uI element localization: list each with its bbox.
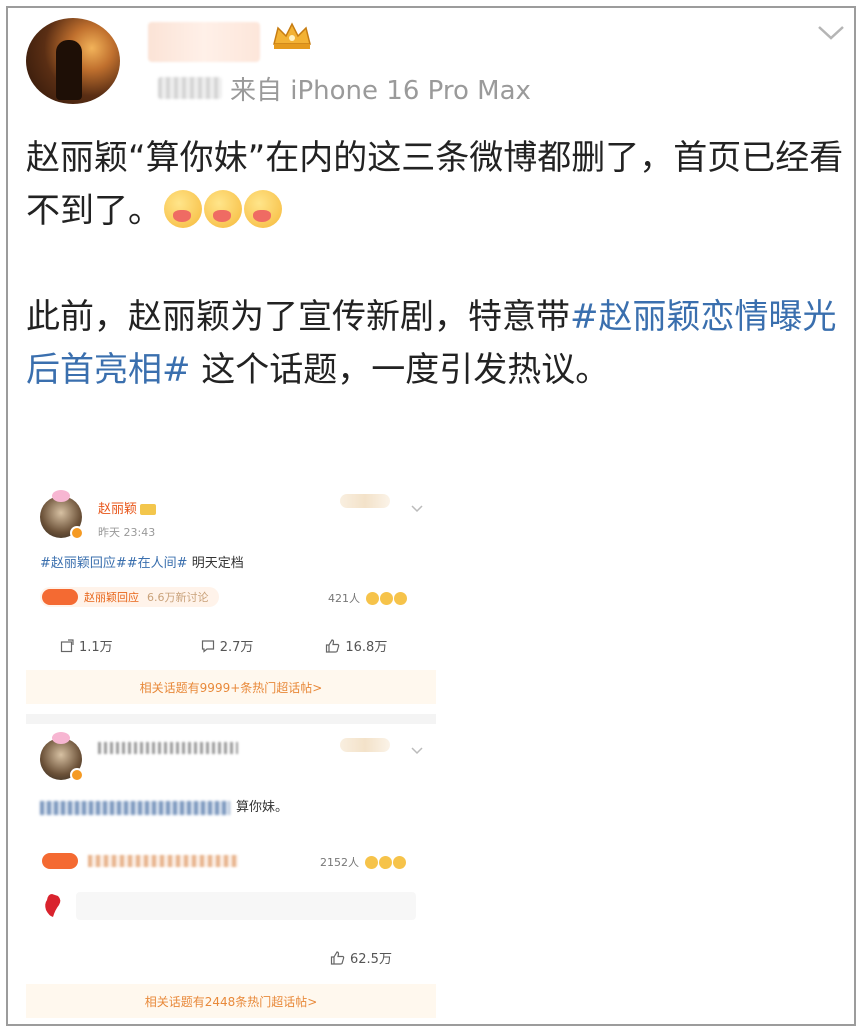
chevron-down-icon xyxy=(411,505,423,513)
username-blurred xyxy=(98,742,238,754)
embedded-tags: #赵丽颖回应##在人间# xyxy=(40,556,188,571)
topic-row xyxy=(40,850,248,872)
embedded-post-1: 赵丽颖 昨天 23:43 #赵丽颖回应##在人间# 明天定档 赵丽颖回应 6.6… xyxy=(26,474,436,724)
tag-blurred xyxy=(40,800,230,815)
blurred-content xyxy=(76,892,416,920)
related-topics-link: 相关话题有9999+条热门超话帖> xyxy=(26,670,436,704)
comment-icon xyxy=(201,639,214,653)
time-blurred xyxy=(158,77,222,99)
emoji-icon xyxy=(164,190,202,228)
embedded-username-text: 赵丽颖 xyxy=(98,502,138,517)
paragraph-2-suffix: 这个话题，一度引发热议。 xyxy=(190,350,610,390)
avatar-figure xyxy=(56,40,82,100)
verified-icon xyxy=(70,768,84,782)
embedded-avatar xyxy=(40,490,84,540)
hot-icon xyxy=(42,853,78,869)
embedded-screenshot: 赵丽颖 昨天 23:43 #赵丽颖回应##在人间# 明天定档 赵丽颖回应 6.6… xyxy=(26,474,436,1024)
embedded-post-2: 算你妹。 2152人 62.5万 相关话题有2448条热门超话帖> xyxy=(26,726,436,1024)
paragraph-1-text: 赵丽颖“算你妹”在内的这三条微博都删了，首页已经看不到了。 xyxy=(26,138,844,231)
post-body: 赵丽颖“算你妹”在内的这三条微博都删了，首页已经看不到了。 此前，赵丽颖为了宣传… xyxy=(26,132,846,397)
like-action: 16.8万 xyxy=(325,636,387,655)
people-count-text: 421人 xyxy=(328,592,360,605)
username-blurred[interactable] xyxy=(148,22,260,62)
like-action: 62.5万 xyxy=(330,948,392,967)
chevron-down-icon xyxy=(411,747,423,755)
post-frame: 来自 iPhone 16 Pro Max 赵丽颖“算你妹”在内的这三条微博都删了… xyxy=(6,6,856,1026)
embedded-body: 明天定档 xyxy=(187,556,244,571)
decor-card xyxy=(340,494,390,508)
like-icon xyxy=(326,638,340,653)
topic-label: 赵丽颖回应 xyxy=(84,591,139,604)
embedded-body: 算你妹。 xyxy=(236,800,289,815)
emoji-icon xyxy=(244,190,282,228)
map-icon xyxy=(45,894,61,917)
verified-icon xyxy=(70,526,84,540)
chevron-down-icon[interactable] xyxy=(816,24,846,42)
comment-action: 2.7万 xyxy=(201,636,254,655)
post-source: 来自 iPhone 16 Pro Max xyxy=(158,70,531,106)
embedded-username: 赵丽颖 xyxy=(98,498,157,517)
decor-card xyxy=(340,738,390,752)
people-count-text: 2152人 xyxy=(320,856,359,869)
repost-icon xyxy=(60,638,74,652)
embedded-text: #赵丽颖回应##在人间# 明天定档 xyxy=(40,552,244,571)
topic-pill xyxy=(40,851,248,871)
topic-blurred xyxy=(88,855,238,867)
topic-pill: 赵丽颖回应 6.6万新讨论 xyxy=(40,587,219,607)
source-label: 来自 iPhone 16 Pro Max xyxy=(230,75,531,106)
paragraph-1: 赵丽颖“算你妹”在内的这三条微博都删了，首页已经看不到了。 xyxy=(26,132,846,238)
related-topics-link: 相关话题有2448条热门超话帖> xyxy=(26,984,436,1018)
emoji-icon xyxy=(204,190,242,228)
paragraph-2: 此前，赵丽颖为了宣传新剧，特意带#赵丽颖恋情曝光后首亮相# 这个话题，一度引发热… xyxy=(26,291,846,397)
topic-sub: 6.6万新讨论 xyxy=(147,591,209,604)
repost-action: 1.1万 xyxy=(60,636,113,655)
like-count: 62.5万 xyxy=(350,952,392,967)
paragraph-2-prefix: 此前，赵丽颖为了宣传新剧，特意带 xyxy=(26,297,570,337)
hot-icon xyxy=(42,589,78,605)
vip-badge-icon xyxy=(140,504,157,515)
embedded-time: 昨天 23:43 xyxy=(98,526,156,539)
like-icon xyxy=(330,950,345,965)
topic-row: 赵丽颖回应 6.6万新讨论 xyxy=(40,586,219,608)
people-count: 2152人 xyxy=(320,854,406,870)
action-bar: 1.1万 2.7万 16.8万 xyxy=(40,636,430,655)
like-count: 16.8万 xyxy=(345,640,388,655)
action-bar: 62.5万 xyxy=(40,948,430,967)
people-count: 421人 xyxy=(328,590,407,606)
embedded-avatar xyxy=(40,732,84,782)
repost-count: 1.1万 xyxy=(79,640,113,655)
avatar[interactable] xyxy=(26,18,120,104)
crown-icon xyxy=(273,22,311,49)
comment-count: 2.7万 xyxy=(219,640,254,655)
embedded-text: 算你妹。 xyxy=(40,796,288,815)
